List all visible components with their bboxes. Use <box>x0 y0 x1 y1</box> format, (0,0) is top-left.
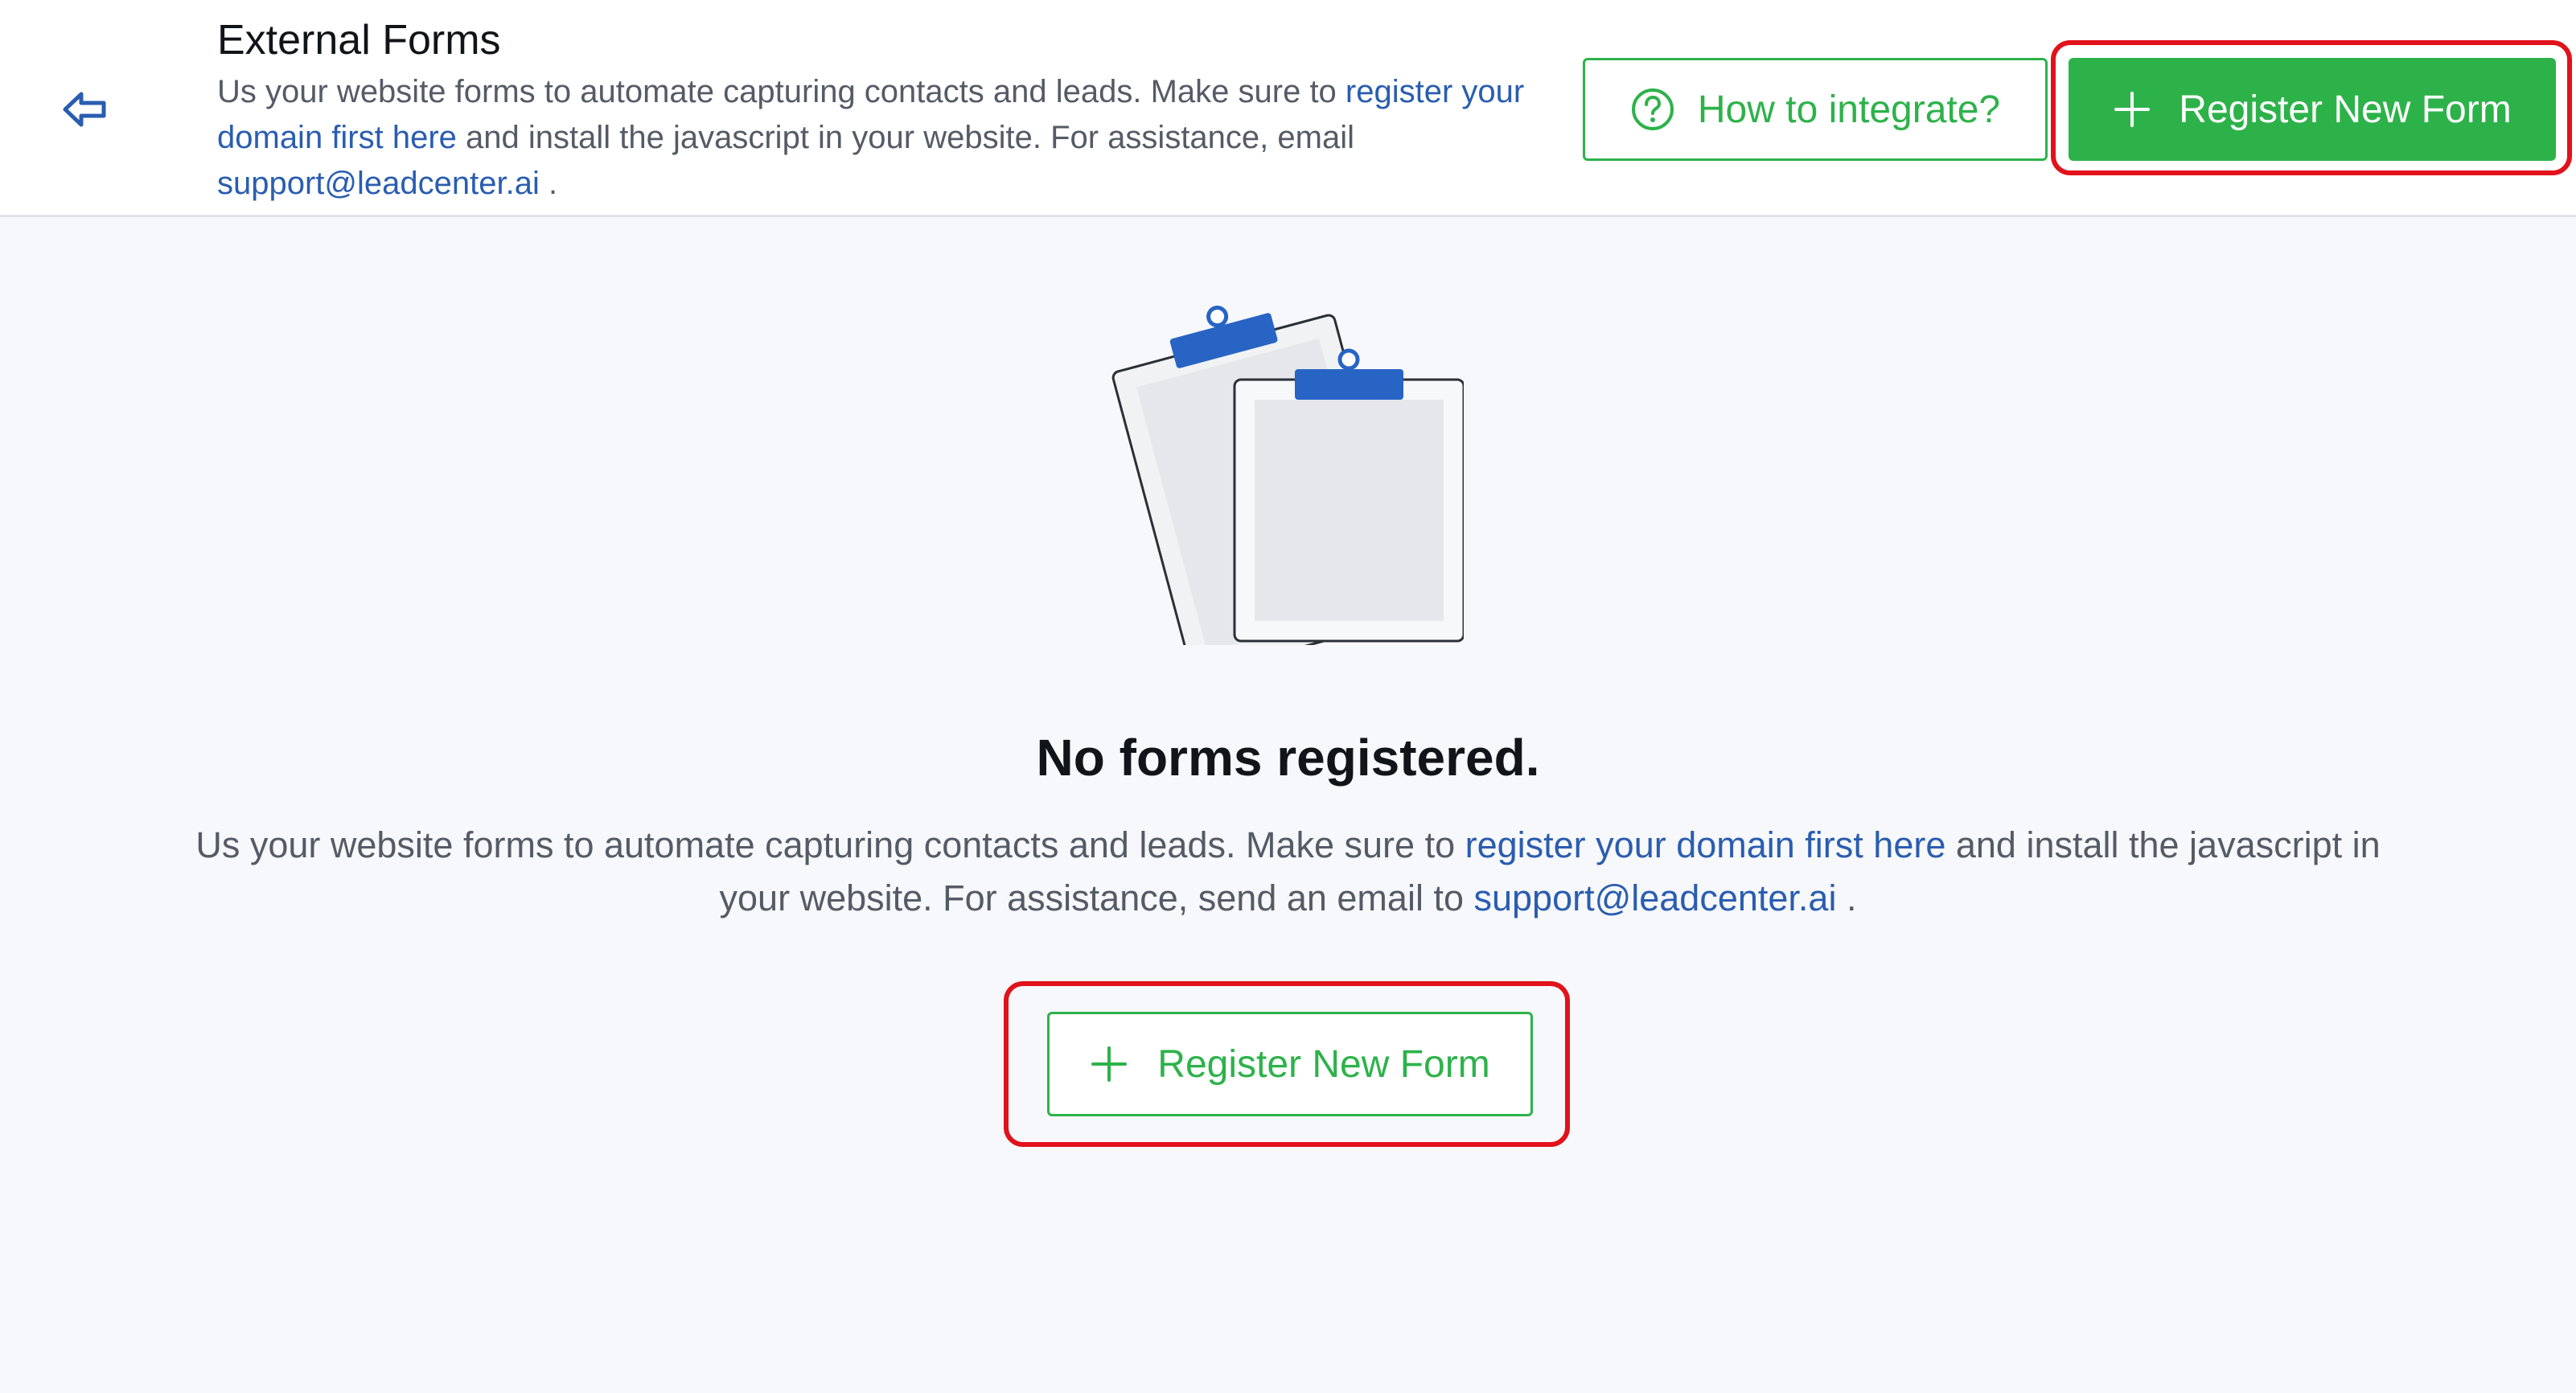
question-circle-icon <box>1631 88 1674 130</box>
page-title: External Forms <box>217 17 501 64</box>
header-description: Us your website forms to automate captur… <box>217 74 1525 201</box>
back-arrow-icon <box>63 92 106 127</box>
register-new-form-center-label: Register New Form <box>1157 1042 1490 1086</box>
clipboards-illustration <box>1110 299 1465 676</box>
how-to-integrate-button[interactable]: How to integrate? <box>1583 58 2048 161</box>
register-domain-link-2[interactable]: register your domain first here <box>1465 824 1946 865</box>
register-new-form-button[interactable]: Register New Form <box>2069 58 2556 161</box>
empty-state-description: Us your website forms to automate captur… <box>195 824 2381 918</box>
plus-icon <box>2114 92 2151 127</box>
empty-state-title: No forms registered. <box>1036 729 1540 787</box>
support-email-link[interactable]: support@leadcenter.ai <box>217 166 540 201</box>
back-button[interactable] <box>56 85 113 134</box>
register-new-form-center-button[interactable]: Register New Form <box>1047 1012 1533 1116</box>
plus-icon <box>1091 1046 1128 1082</box>
support-email-link-2[interactable]: support@leadcenter.ai <box>1473 877 1836 918</box>
register-new-form-label: Register New Form <box>2179 88 2512 131</box>
page-header: External Forms Us your website forms to … <box>0 0 2576 217</box>
how-to-integrate-label: How to integrate? <box>1697 88 2001 131</box>
